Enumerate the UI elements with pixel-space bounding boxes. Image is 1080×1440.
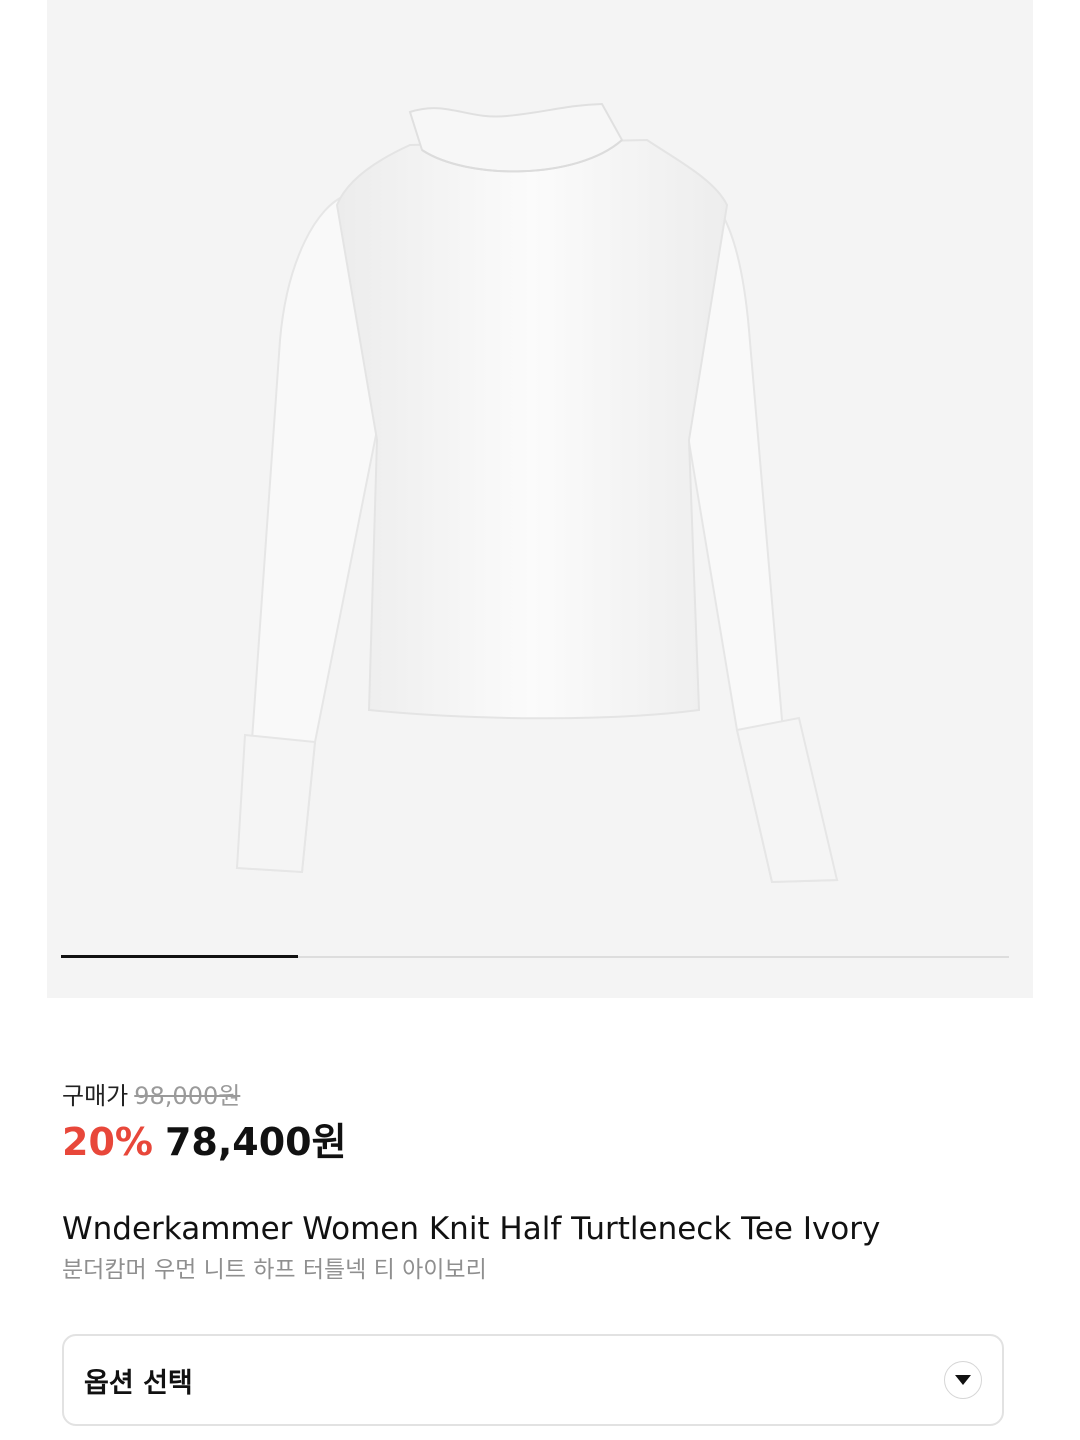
option-select-dropdown[interactable]: 옵션 선택: [62, 1334, 1004, 1426]
product-title-ko: 분더캄머 우먼 니트 하프 터틀넥 티 아이보리: [62, 1257, 487, 1283]
price-label: 구매가: [62, 1082, 129, 1110]
price-block: 구매가 98,000원 20% 78,400원: [62, 1080, 347, 1166]
sale-price: 78,400원: [164, 1120, 347, 1164]
product-title-block: Wnderkammer Women Knit Half Turtleneck T…: [62, 1208, 1022, 1286]
discount-rate: 20%: [62, 1120, 153, 1164]
gallery-progress-track: [61, 955, 1009, 958]
product-title-en: Wnderkammer Women Knit Half Turtleneck T…: [62, 1211, 881, 1247]
gallery-progress-indicator: [61, 955, 298, 958]
product-image-gallery[interactable]: [47, 0, 1033, 998]
chevron-down-icon[interactable]: [944, 1361, 982, 1399]
option-select-label: 옵션 선택: [84, 1367, 193, 1399]
sale-price-row: 20% 78,400원: [62, 1118, 347, 1166]
price-label-row: 구매가 98,000원: [62, 1080, 347, 1112]
product-page: 구매가 98,000원 20% 78,400원 Wnderkammer Wome…: [0, 0, 1080, 1440]
product-image[interactable]: [47, 0, 1033, 998]
original-price: 98,000원: [134, 1082, 241, 1110]
